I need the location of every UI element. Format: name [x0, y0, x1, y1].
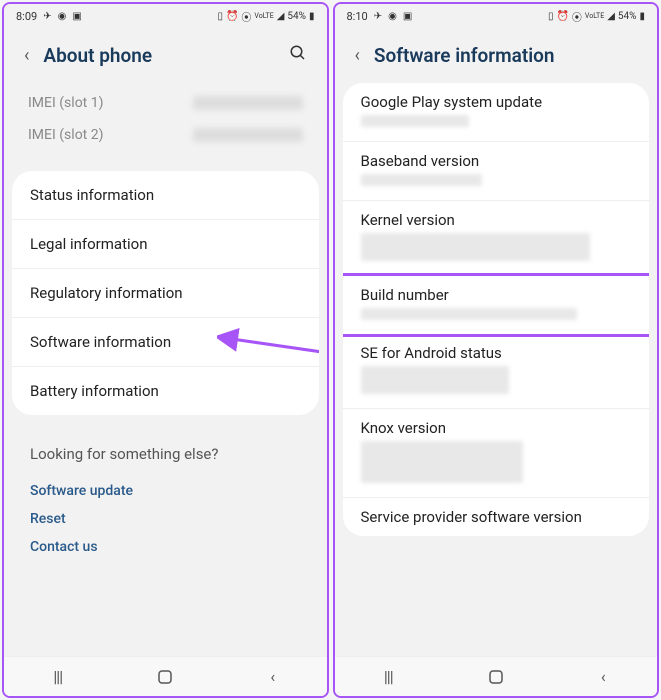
status-right: ▯ ⏰ ⦿ VoLTE ◢ 54% ▮	[217, 9, 314, 24]
build-number-item[interactable]: Build number	[343, 273, 650, 337]
service-provider-version-item[interactable]: Service provider software version	[343, 498, 650, 536]
value-blurred	[361, 308, 577, 320]
signal-icon: ◢	[607, 11, 615, 22]
imei-value-blurred	[193, 128, 303, 142]
status-information-item[interactable]: Status information	[12, 171, 319, 220]
software-information-item[interactable]: Software information	[12, 318, 319, 367]
page-header: ‹ Software information	[335, 28, 658, 79]
content-area: IMEI (slot 1) IMEI (slot 2) Status infor…	[4, 79, 327, 656]
info-card: Status information Legal information Reg…	[12, 171, 319, 415]
battery-percent: 54%	[618, 11, 637, 22]
alarm-icon: ⏰	[226, 11, 238, 22]
recents-button[interactable]: |||	[43, 667, 73, 687]
wifi-icon: ⦿	[572, 9, 582, 24]
card-icon: ▯	[217, 11, 223, 22]
page-title: About phone	[43, 44, 274, 67]
back-nav-button[interactable]: ‹	[258, 667, 288, 687]
status-left: 8:09 ✈ ◉ ▣	[16, 10, 82, 23]
value-blurred	[361, 174, 483, 186]
baseband-version-item[interactable]: Baseband version	[343, 142, 650, 201]
software-update-link[interactable]: Software update	[30, 477, 301, 505]
wifi-icon: ⦿	[241, 9, 251, 24]
page-title: Software information	[374, 44, 637, 67]
pointer-arrow-icon	[217, 327, 319, 357]
home-button[interactable]	[481, 667, 511, 687]
imei-section: IMEI (slot 1) IMEI (slot 2)	[12, 79, 319, 167]
imei-value-blurred	[193, 96, 303, 110]
google-play-update-item[interactable]: Google Play system update	[343, 83, 650, 142]
contact-us-link[interactable]: Contact us	[30, 533, 301, 561]
page-header: ‹ About phone	[4, 28, 327, 79]
imei-label: IMEI (slot 1)	[28, 95, 103, 111]
image-icon: ▣	[72, 11, 81, 22]
content-area: Google Play system update Baseband versi…	[335, 79, 658, 656]
imei-label: IMEI (slot 2)	[28, 127, 103, 143]
looking-title: Looking for something else?	[30, 445, 301, 463]
left-phone-frame: 8:09 ✈ ◉ ▣ ▯ ⏰ ⦿ VoLTE ◢ 54% ▮ ‹ About p…	[2, 2, 329, 698]
back-button[interactable]: ‹	[24, 45, 29, 66]
se-android-status-item[interactable]: SE for Android status	[343, 334, 650, 409]
whatsapp-icon: ◉	[388, 11, 397, 22]
looking-section: Looking for something else? Software upd…	[12, 429, 319, 577]
alarm-icon: ⏰	[556, 11, 568, 22]
back-nav-button[interactable]: ‹	[588, 667, 618, 687]
navigation-bar: ||| ‹	[335, 656, 658, 696]
status-right: ▯ ⏰ ⦿ VoLTE ◢ 54% ▮	[548, 9, 645, 24]
knox-version-item[interactable]: Knox version	[343, 409, 650, 498]
telegram-icon: ✈	[43, 11, 51, 22]
battery-information-item[interactable]: Battery information	[12, 367, 319, 415]
recents-button[interactable]: |||	[373, 667, 403, 687]
whatsapp-icon: ◉	[58, 11, 67, 22]
navigation-bar: ||| ‹	[4, 656, 327, 696]
status-time: 8:09	[16, 10, 37, 23]
value-blurred	[361, 366, 510, 394]
battery-percent: 54%	[287, 11, 306, 22]
volte-icon: VoLTE	[254, 12, 273, 20]
back-button[interactable]: ‹	[355, 45, 360, 66]
reset-link[interactable]: Reset	[30, 505, 301, 533]
volte-icon: VoLTE	[585, 12, 604, 20]
card-icon: ▯	[548, 11, 554, 22]
kernel-version-item[interactable]: Kernel version	[343, 201, 650, 276]
status-bar: 8:09 ✈ ◉ ▣ ▯ ⏰ ⦿ VoLTE ◢ 54% ▮	[4, 4, 327, 28]
value-blurred	[361, 233, 591, 261]
status-left: 8:10 ✈ ◉ ▣	[347, 10, 413, 23]
telegram-icon: ✈	[374, 11, 382, 22]
battery-icon: ▮	[309, 11, 315, 22]
status-time: 8:10	[347, 10, 368, 23]
right-phone-frame: 8:10 ✈ ◉ ▣ ▯ ⏰ ⦿ VoLTE ◢ 54% ▮ ‹ Softwar…	[333, 2, 660, 698]
home-button[interactable]	[150, 667, 180, 687]
legal-information-item[interactable]: Legal information	[12, 220, 319, 269]
image-icon: ▣	[403, 11, 412, 22]
status-bar: 8:10 ✈ ◉ ▣ ▯ ⏰ ⦿ VoLTE ◢ 54% ▮	[335, 4, 658, 28]
value-blurred	[361, 441, 523, 483]
software-info-card: Google Play system update Baseband versi…	[343, 83, 650, 536]
battery-icon: ▮	[639, 11, 645, 22]
regulatory-information-item[interactable]: Regulatory information	[12, 269, 319, 318]
signal-icon: ◢	[277, 11, 285, 22]
imei-row[interactable]: IMEI (slot 1)	[28, 87, 303, 119]
value-blurred	[361, 115, 469, 127]
imei-row[interactable]: IMEI (slot 2)	[28, 119, 303, 151]
search-icon[interactable]	[289, 44, 307, 67]
